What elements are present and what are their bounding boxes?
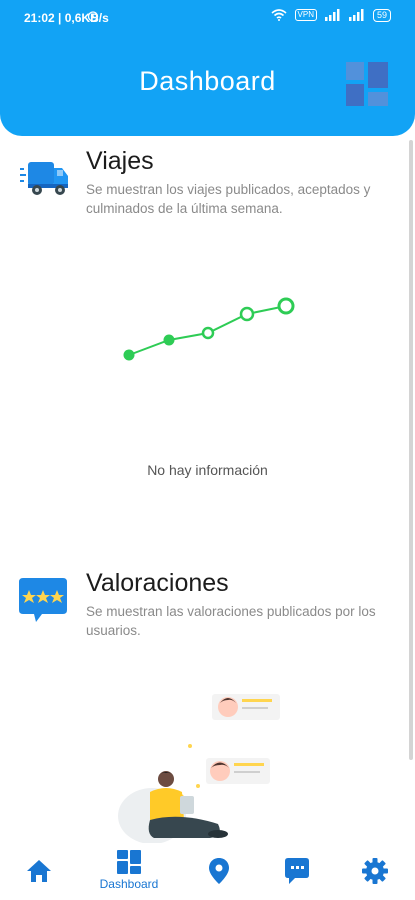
nav-dashboard-label: Dashboard: [99, 877, 159, 891]
nav-settings[interactable]: [340, 843, 410, 900]
battery-indicator: 59: [372, 8, 391, 22]
app-header: 21:02 | 0,6KB/s VPN 59 Dashboard: [0, 0, 415, 136]
truck-icon: [20, 162, 68, 195]
signal-icon-2: [348, 9, 364, 21]
wifi-icon: [271, 9, 287, 21]
nav-chat[interactable]: [262, 843, 332, 900]
home-icon: [27, 860, 51, 882]
viajes-title: Viajes: [86, 147, 154, 175]
signal-icon: [324, 9, 340, 21]
dashboard-icon: [117, 850, 141, 874]
nav-location[interactable]: [184, 843, 254, 900]
valoraciones-description: Se muestran las valoraciones publicados …: [86, 604, 376, 638]
gear-icon: [362, 858, 388, 884]
valoraciones-title: Valoraciones: [86, 569, 229, 597]
status-bar: 21:02 | 0,6KB/s VPN 59: [0, 0, 415, 36]
dashboard-logo-icon: [346, 62, 388, 106]
rating-bubble-icon: [19, 578, 67, 622]
reviews-illustration: [118, 694, 280, 843]
scrollbar[interactable]: [409, 140, 413, 760]
chat-icon: [285, 858, 309, 884]
vpn-badge: VPN: [294, 9, 317, 21]
empty-chart-illustration: [123, 297, 295, 361]
nav-dashboard[interactable]: Dashboard: [94, 843, 164, 900]
status-icons: VPN 59: [87, 8, 391, 22]
viajes-empty-state: No hay información: [147, 462, 268, 478]
bottom-navigation: Dashboard: [0, 843, 415, 900]
nav-home[interactable]: [4, 843, 74, 900]
viajes-description: Se muestran los viajes publicados, acept…: [86, 182, 371, 216]
alarm-icon: [87, 11, 98, 22]
location-pin-icon: [209, 858, 229, 884]
